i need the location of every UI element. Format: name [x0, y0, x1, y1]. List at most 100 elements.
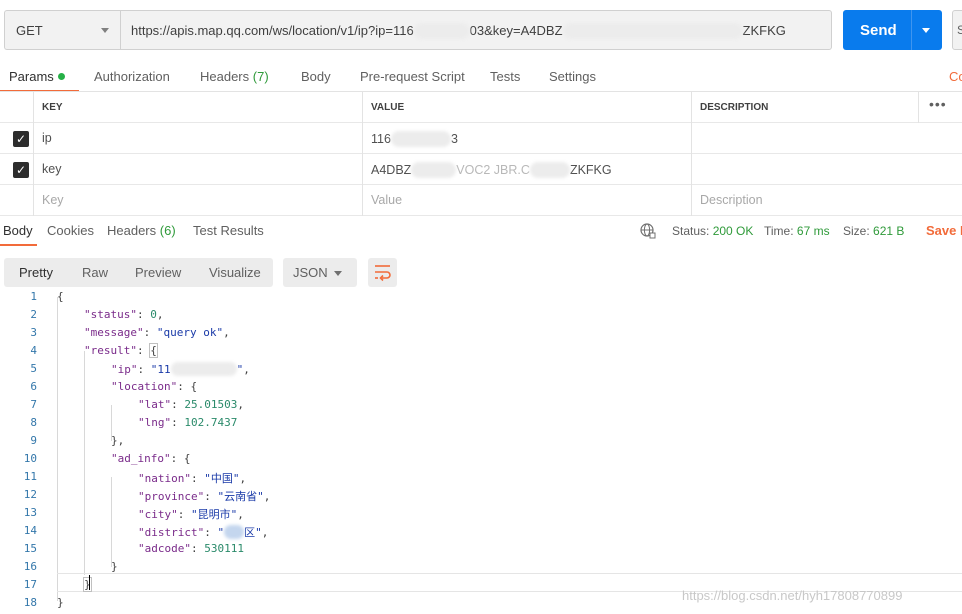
json-sep: : [190, 472, 205, 485]
tab-prerequest-script[interactable]: Pre-request Script [360, 69, 465, 84]
response-body-editor[interactable]: 1{ 2 "status": 0, 3 "message": "query ok",… [0, 290, 962, 614]
redacted-blur [562, 23, 743, 39]
code-text: "nation": "中国", [138, 470, 246, 486]
status-value: 200 OK [712, 224, 754, 238]
code-text: "location": { [111, 380, 197, 393]
view-pretty-button[interactable]: Pretty [19, 265, 53, 280]
code-text: "result": { [84, 343, 158, 358]
method-select[interactable]: GET [4, 10, 120, 50]
json-sep: : [171, 398, 185, 411]
redacted-blur [411, 162, 457, 178]
code-line: 9}, [0, 432, 962, 450]
tab-response-headers-label: Headers [107, 223, 157, 238]
url-input[interactable]: https://apis.map.qq.com/ws/location/v1/i… [120, 10, 832, 50]
send-label: Send [860, 22, 897, 39]
code-text: "ad_info": { [111, 452, 190, 465]
tab-headers[interactable]: Headers (7) [200, 69, 269, 84]
description-cell[interactable] [692, 123, 962, 154]
check-cell: ✓ [0, 154, 34, 185]
send-button[interactable]: Send [843, 10, 942, 50]
tab-settings[interactable]: Settings [549, 69, 596, 84]
description-cell[interactable]: Description [692, 185, 962, 216]
text-cursor [89, 575, 90, 590]
header-value-cell: VALUE [363, 92, 692, 123]
code-text: }, [111, 434, 125, 447]
tab-response-body[interactable]: Body [3, 223, 33, 238]
line-number: 13 [23, 506, 37, 519]
value-cell[interactable]: Value [363, 185, 692, 216]
save-button[interactable]: S [952, 10, 962, 50]
line-number: 14 [23, 524, 37, 537]
line-number: 5 [30, 362, 37, 375]
code-line: 8 "lng": 102.7437 [0, 414, 962, 432]
code-line: 6 "location": { [0, 378, 962, 396]
send-divider [911, 10, 912, 50]
tab-authorization[interactable]: Authorization [94, 69, 170, 84]
json-sep: : [170, 452, 184, 465]
json-punct: , [237, 398, 244, 411]
wrap-lines-button[interactable] [368, 258, 397, 287]
format-select[interactable]: JSON [283, 258, 357, 287]
tab-response-headers[interactable]: Headers (6) [107, 223, 176, 238]
tab-body[interactable]: Body [301, 69, 331, 84]
row-checkbox[interactable]: ✓ [13, 162, 29, 178]
code-text: "message": "query ok", [84, 326, 230, 339]
line-number: 4 [30, 344, 37, 357]
chevron-down-icon[interactable] [922, 28, 930, 33]
json-key: "message" [84, 326, 144, 339]
json-punct: , [261, 526, 269, 539]
json-key: "location" [111, 380, 178, 393]
line-number: 15 [23, 542, 37, 555]
json-key: "province" [138, 490, 205, 503]
json-key: "district" [138, 526, 205, 539]
json-sep: : [143, 326, 157, 339]
tab-headers-label: Headers [200, 69, 250, 84]
params-table: KEY VALUE DESCRIPTION ••• ✓ ip 116 3 ✓ ke… [0, 91, 962, 216]
view-raw-button[interactable]: Raw [82, 265, 108, 280]
row-checkbox[interactable]: ✓ [13, 131, 29, 147]
json-key: "adcode" [138, 542, 191, 555]
redacted-blur [390, 131, 451, 147]
param-key: ip [42, 131, 52, 145]
json-key: "city" [138, 508, 178, 521]
param-value-prefix: 116 [371, 132, 391, 146]
description-cell[interactable] [692, 154, 962, 185]
redacted-blur [529, 162, 570, 178]
tab-response-cookies[interactable]: Cookies [47, 223, 94, 238]
view-preview-button[interactable]: Preview [135, 265, 181, 280]
tab-tests[interactable]: Tests [490, 69, 520, 84]
tab-params[interactable]: Params [9, 69, 65, 84]
json-sep: : [136, 308, 151, 321]
tab-test-results[interactable]: Test Results [193, 223, 264, 238]
value-cell[interactable]: 116 3 [363, 123, 692, 154]
code-line: 15 "adcode": 530111 [0, 540, 962, 558]
watermark: https://blog.csdn.net/hyh17808770899 [682, 588, 903, 603]
code-text: "lng": 102.7437 [138, 416, 237, 429]
tab-headers-count: (7) [252, 69, 269, 84]
view-visualize-button[interactable]: Visualize [209, 265, 261, 280]
json-key: "ad_info" [111, 452, 171, 465]
json-sep: : [137, 363, 151, 376]
key-cell[interactable]: key [34, 154, 363, 185]
more-options-icon[interactable]: ••• [929, 96, 947, 112]
json-punct: , [223, 326, 230, 339]
json-sep: : [177, 380, 191, 393]
code-text: "adcode": 530111 [138, 542, 244, 555]
save-response-button[interactable]: Save R [926, 223, 962, 238]
table-row-empty: Key Value Description [0, 185, 962, 216]
key-cell[interactable]: ip [34, 123, 363, 154]
cookies-link[interactable]: Co [949, 69, 962, 84]
json-punct: { [183, 452, 191, 465]
globe-icon[interactable] [640, 223, 656, 239]
key-cell[interactable]: Key [34, 185, 363, 216]
code-line: 14 "district": " 区", [0, 522, 962, 540]
json-sep: : [177, 508, 191, 521]
json-number: 102.7437 [184, 416, 238, 429]
json-sep: : [136, 344, 151, 357]
time-readout: Time: 67 ms [764, 224, 830, 238]
value-cell[interactable]: A4DBZ VOC2 JBR.C ZKFKG [363, 154, 692, 185]
table-header-row: KEY VALUE DESCRIPTION ••• [0, 92, 962, 123]
json-string: 区" [244, 526, 262, 539]
code-text: "city": "昆明市", [138, 506, 244, 522]
key-placeholder: Key [42, 193, 64, 207]
